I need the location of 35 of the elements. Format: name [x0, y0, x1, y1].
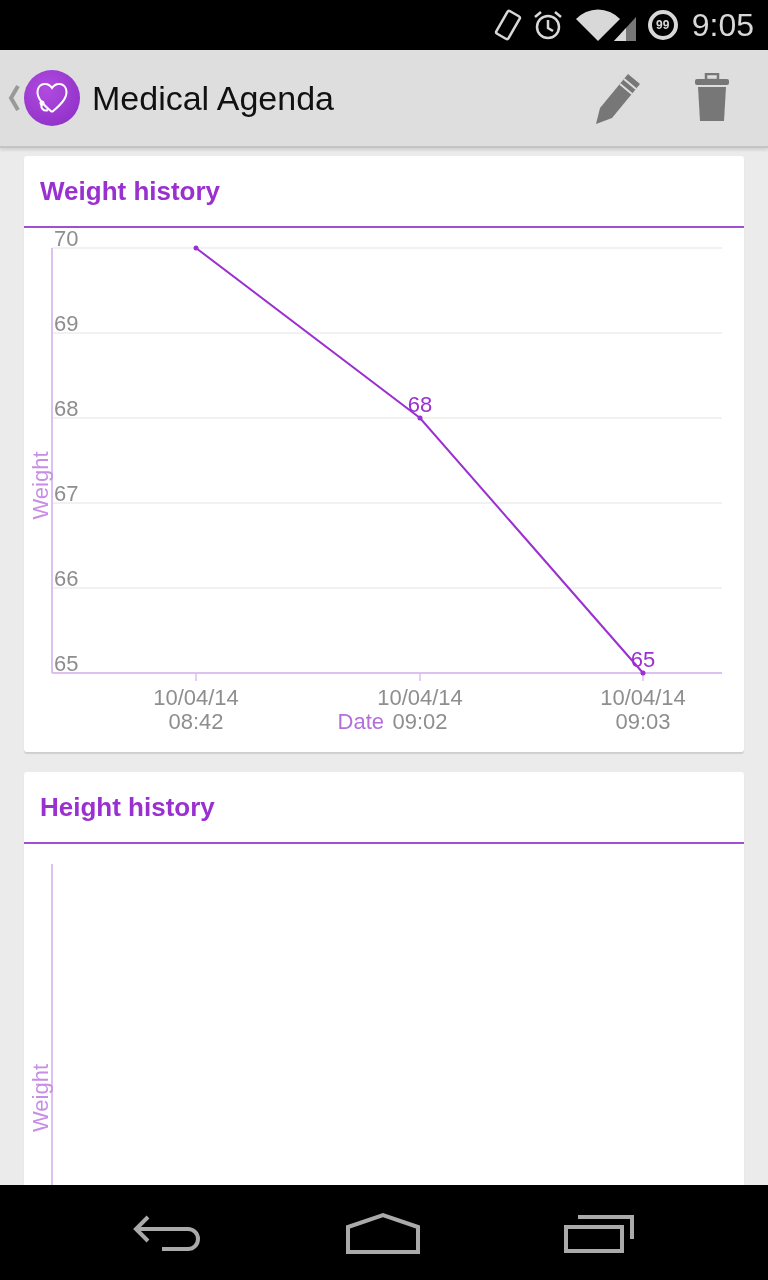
y-tick-label: 67 — [54, 481, 79, 506]
data-point — [417, 415, 423, 421]
trash-icon — [694, 73, 730, 123]
app-title: Medical Agenda — [92, 78, 335, 118]
vibrate-icon — [493, 8, 522, 42]
home-button[interactable] — [345, 1211, 421, 1254]
clock-time: 9:05 — [691, 6, 754, 44]
data-label: 68 — [407, 392, 433, 417]
x-tick — [195, 672, 197, 682]
x-tick — [642, 672, 644, 682]
app-logo-icon — [24, 70, 80, 126]
x-axis-title: Date — [337, 709, 384, 734]
y-tick-label: 70 — [54, 228, 79, 251]
card-title: Height history — [40, 791, 215, 823]
back-chevron-icon — [8, 84, 20, 112]
y-tick-label: 69 — [54, 311, 79, 336]
battery-icon: 99 — [647, 10, 678, 40]
data-point — [640, 670, 646, 676]
recent-apps-button[interactable] — [564, 1212, 637, 1253]
x-tick-label: 09:03 — [615, 709, 671, 734]
card-title: Weight history — [40, 175, 221, 207]
x-tick-label: 10/04/14 — [600, 685, 686, 710]
y-tick-label: 65 — [54, 651, 79, 676]
y-tick-label: 66 — [54, 566, 79, 591]
y-tick-label: 68 — [54, 396, 79, 421]
x-tick-label: 10/04/14 — [377, 685, 463, 710]
y-axis-title: Weight — [28, 451, 53, 520]
app-home-button[interactable] — [8, 70, 80, 126]
y-axis-title: Weight — [28, 1063, 53, 1133]
data-label: 65 — [630, 647, 656, 672]
data-point — [193, 245, 199, 251]
x-tick-label: 10/04/14 — [153, 685, 239, 710]
x-tick-label: 08:42 — [168, 709, 224, 734]
x-tick-label: 09:02 — [392, 709, 448, 734]
x-tick — [419, 672, 421, 682]
